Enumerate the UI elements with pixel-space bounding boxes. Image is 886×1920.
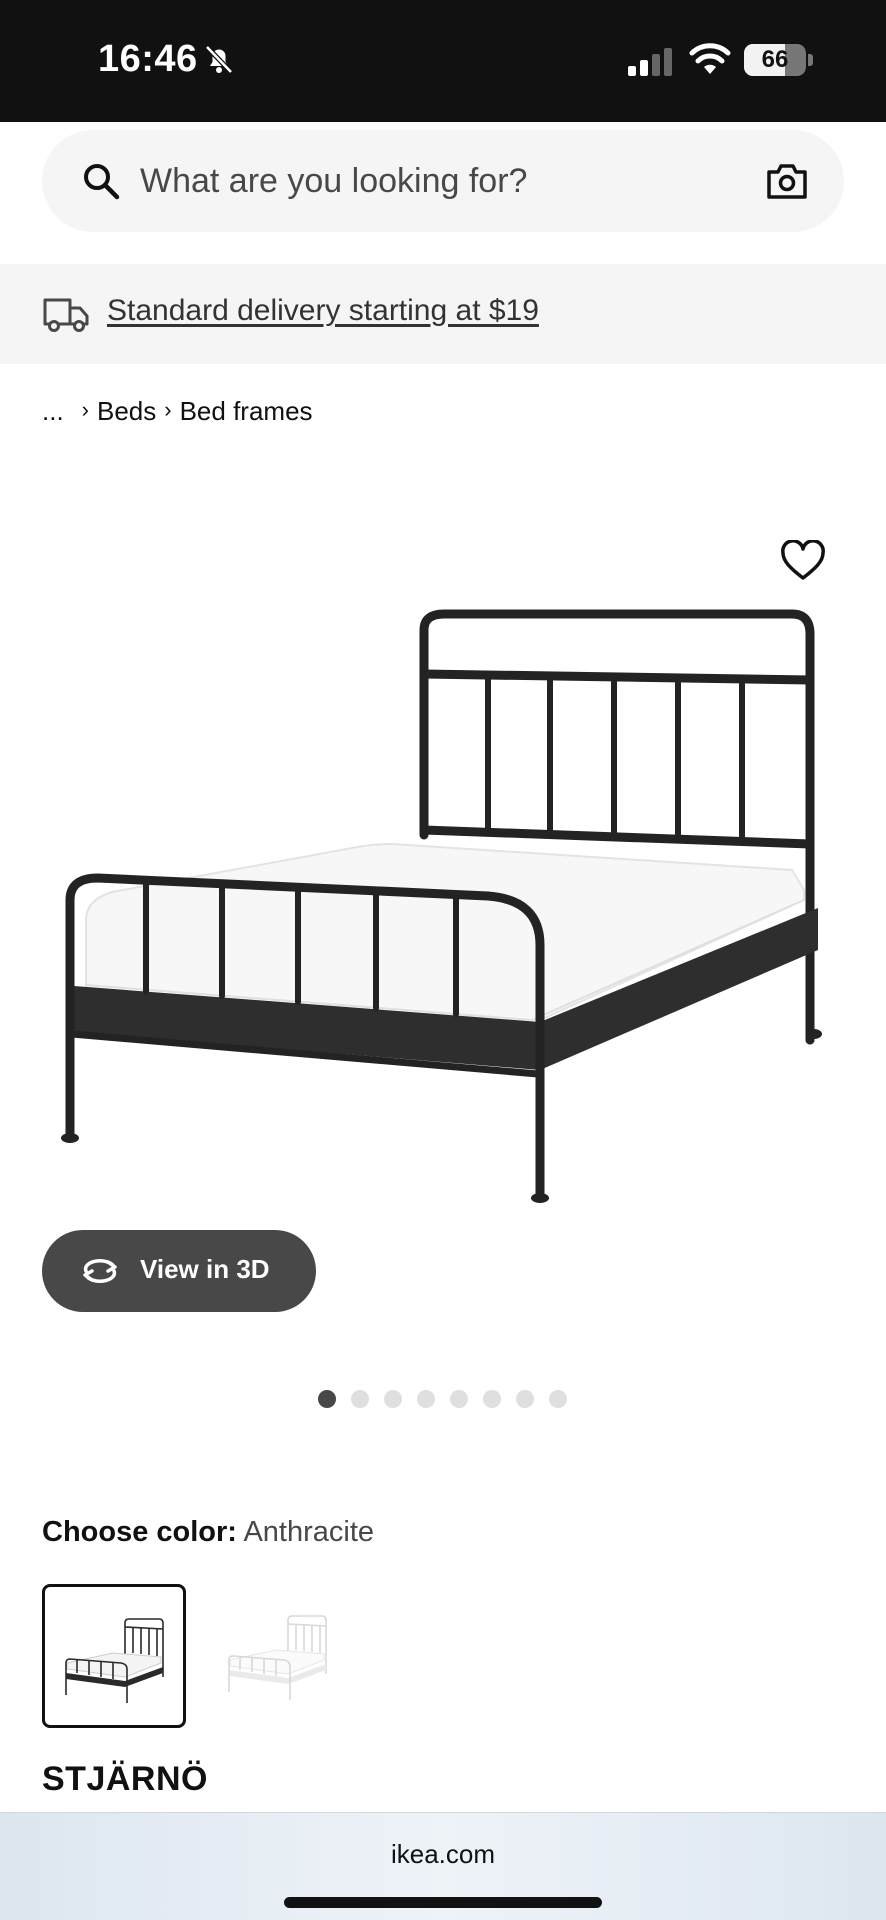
status-time: 16:46	[98, 38, 198, 80]
truck-icon	[43, 298, 89, 332]
breadcrumb-ellipsis[interactable]: ...	[42, 396, 64, 427]
product-image[interactable]	[52, 600, 852, 1210]
battery-nub	[808, 54, 813, 66]
delivery-link[interactable]: Standard delivery starting at $19	[107, 294, 539, 328]
color-swatch-white[interactable]	[208, 1584, 352, 1728]
swatch-bed-thumbnail	[65, 1618, 164, 1703]
signal-icon	[628, 48, 672, 76]
product-name: STJÄRNÖ	[42, 1760, 208, 1798]
carousel-dot[interactable]	[483, 1390, 501, 1408]
carousel-dot[interactable]	[516, 1390, 534, 1408]
carousel-dot[interactable]	[318, 1390, 336, 1408]
heart-icon[interactable]	[780, 540, 826, 582]
chevron-right-icon: ›	[81, 396, 89, 422]
swatch-bed-thumbnail	[228, 1615, 327, 1700]
choose-color-label: Choose color:	[42, 1516, 237, 1548]
carousel-dot[interactable]	[351, 1390, 369, 1408]
rotate-3d-icon	[83, 1259, 117, 1283]
search-bar[interactable]	[42, 130, 844, 232]
home-indicator[interactable]	[284, 1897, 602, 1908]
battery-percentage: 66	[761, 46, 789, 73]
delivery-banner: Standard delivery starting at $19	[0, 264, 886, 364]
breadcrumb-item-bed-frames[interactable]: Bed frames	[180, 396, 313, 427]
view-in-3d-button[interactable]: View in 3D	[42, 1230, 316, 1312]
search-icon	[84, 164, 120, 200]
chevron-right-icon: ›	[164, 396, 172, 422]
breadcrumb-item-beds[interactable]: Beds	[97, 396, 156, 427]
url-text[interactable]: ikea.com	[0, 1839, 886, 1870]
browser-address-bar[interactable]: ikea.com	[0, 1812, 886, 1920]
carousel-dot[interactable]	[384, 1390, 402, 1408]
color-swatch-anthracite[interactable]	[42, 1584, 186, 1728]
color-chooser-label: Choose color: Anthracite	[42, 1516, 374, 1549]
status-bar: 16:46 66	[0, 0, 886, 122]
carousel-dot[interactable]	[549, 1390, 567, 1408]
carousel-dot[interactable]	[450, 1390, 468, 1408]
battery-indicator: 66	[744, 44, 806, 76]
wifi-icon	[689, 43, 731, 74]
bell-muted-icon	[205, 45, 233, 74]
camera-icon[interactable]	[766, 162, 808, 200]
search-input[interactable]	[140, 156, 700, 206]
carousel-dot[interactable]	[417, 1390, 435, 1408]
view-in-3d-label: View in 3D	[140, 1254, 270, 1284]
carousel-dots[interactable]	[318, 1390, 567, 1408]
breadcrumb: ... › Beds › Bed frames	[42, 396, 313, 427]
selected-color-value: Anthracite	[243, 1516, 375, 1548]
